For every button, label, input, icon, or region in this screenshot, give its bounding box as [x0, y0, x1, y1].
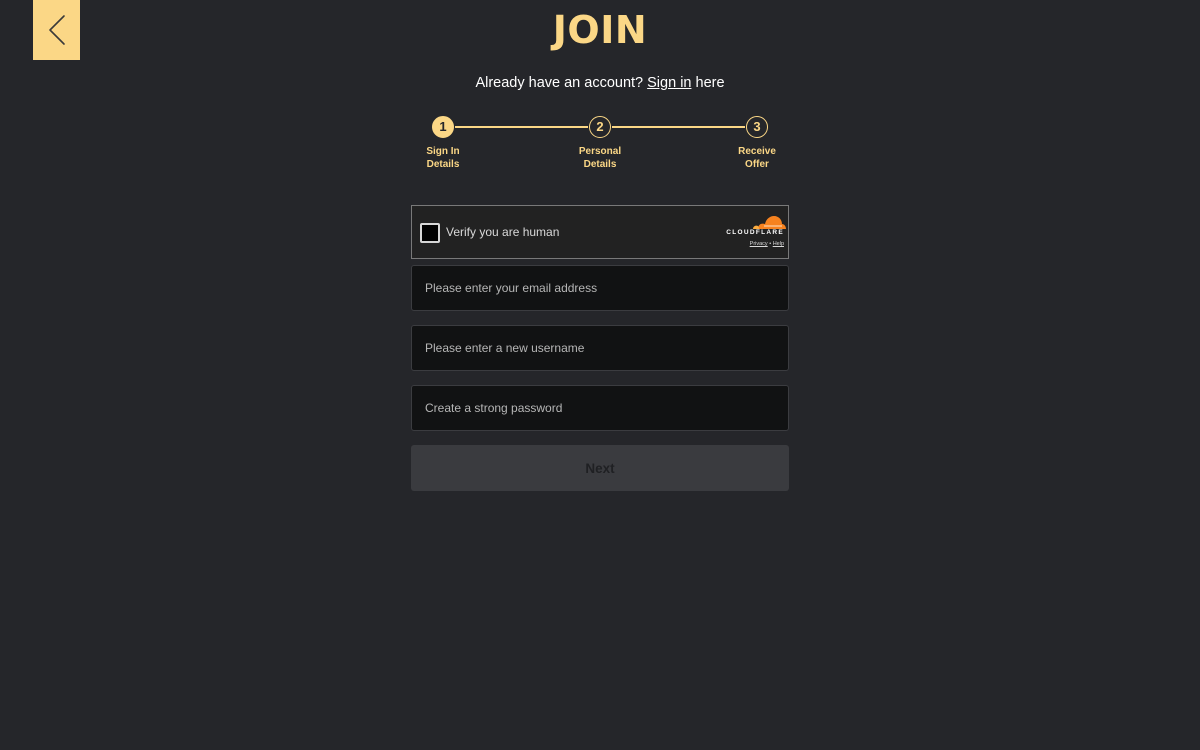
signin-link[interactable]: Sign in [647, 75, 691, 91]
next-button[interactable]: Next [411, 445, 789, 491]
step-1-label-line1: Sign In [426, 145, 460, 157]
step-1-circle: 1 [432, 115, 454, 138]
step-3-circle: 3 [746, 115, 768, 138]
progress-stepper: 1 Sign In Details 2 Personal Details 3 R… [410, 114, 790, 176]
captcha-help-link[interactable]: Help [773, 241, 784, 247]
step-3-label-line2: Offer [745, 158, 769, 170]
username-input[interactable] [411, 325, 789, 371]
signin-suffix: here [691, 75, 725, 91]
password-input[interactable] [411, 385, 789, 431]
step-2-label: Personal Details [555, 145, 645, 171]
captcha-label: Verify you are human [446, 225, 560, 239]
page-title: JOIN [552, 8, 648, 52]
signin-prefix: Already have an account? [475, 75, 648, 91]
email-input[interactable] [411, 265, 789, 311]
captcha-widget: Verify you are human CLOUDFLARE Privacy … [411, 205, 789, 259]
captcha-link-separator: • [769, 241, 772, 247]
step-2-label-line1: Personal [578, 145, 622, 157]
step-1-label-line2: Details [426, 158, 460, 170]
step-1: 1 Sign In Details [398, 114, 488, 171]
cloudflare-cloud-icon [753, 216, 786, 229]
step-3: 3 Receive Offer [712, 114, 802, 171]
step-3-label: Receive Offer [712, 145, 802, 171]
signin-prompt: Already have an account? Sign in here [0, 74, 1200, 92]
captcha-links: Privacy • Help [714, 240, 784, 248]
step-2-label-line2: Details [583, 158, 617, 170]
cloudflare-wordmark: CLOUDFLARE [726, 229, 784, 236]
step-1-label: Sign In Details [398, 145, 488, 171]
captcha-checkbox[interactable] [420, 223, 440, 243]
step-3-label-line1: Receive [738, 145, 776, 157]
step-2-circle: 2 [589, 115, 611, 138]
step-2: 2 Personal Details [555, 114, 645, 171]
captcha-privacy-link[interactable]: Privacy [750, 241, 768, 247]
